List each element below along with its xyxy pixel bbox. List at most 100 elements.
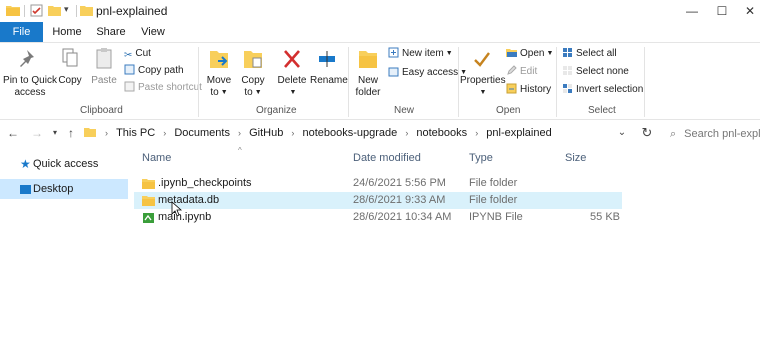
chevron-right-icon: › (291, 128, 295, 138)
refresh-icon[interactable]: ↻ (640, 125, 654, 141)
move-to-label-line2: to (210, 87, 219, 98)
select-none-label: Select none (576, 66, 629, 77)
chevron-right-icon: › (475, 128, 479, 138)
list-item[interactable]: .ipynb_checkpoints 24/6/2021 5:56 PM Fil… (134, 175, 622, 192)
group-divider (644, 47, 645, 117)
paste-label: Paste (91, 75, 117, 86)
folder-icon (84, 128, 96, 137)
maximize-button[interactable]: ☐ (712, 2, 732, 20)
properties-check-icon (474, 52, 490, 67)
breadcrumb-documents[interactable]: Documents (174, 126, 230, 140)
breadcrumb-github[interactable]: GitHub (249, 126, 283, 140)
group-label-select: Select (588, 105, 616, 116)
easy-access-icon (388, 67, 399, 77)
new-folder-button[interactable]: New folder (352, 47, 384, 99)
open-icon (506, 49, 517, 57)
delete-dropdown-icon[interactable]: ▼ (278, 87, 308, 99)
copy-icon (62, 48, 78, 67)
select-none-icon (563, 66, 572, 75)
rename-label: Rename (310, 75, 348, 86)
up-arrow-icon[interactable]: ↑ (64, 125, 78, 141)
pin-label-line2: access (14, 87, 46, 98)
forward-arrow-icon[interactable]: → (30, 125, 44, 141)
copy-path-button[interactable]: Copy path (124, 64, 184, 78)
select-all-label: Select all (576, 48, 617, 59)
nav-item-desktop[interactable]: Desktop (0, 179, 128, 199)
tab-home[interactable]: Home (50, 22, 84, 42)
select-none-button[interactable]: Select none (562, 65, 629, 79)
paste-shortcut-button[interactable]: Paste shortcut (124, 81, 202, 95)
navigation-pane: ★ Quick access Desktop (0, 148, 130, 350)
scissors-icon: ✂ (124, 50, 133, 61)
breadcrumb-pnl-explained[interactable]: pnl-explained (486, 126, 551, 140)
new-item-label: New item (402, 48, 444, 59)
search-input[interactable]: ⌕ Search pnl-expl (670, 125, 760, 143)
mouse-pointer-icon (171, 201, 183, 217)
back-arrow-icon[interactable]: ← (6, 125, 20, 141)
file-date: 24/6/2021 5:56 PM (353, 177, 446, 189)
notebook-icon (143, 213, 154, 223)
tab-file[interactable]: File (0, 22, 43, 42)
delete-button[interactable]: Delete ▼ (276, 47, 308, 99)
select-all-button[interactable]: Select all (562, 47, 617, 61)
new-folder-icon[interactable] (48, 4, 61, 16)
group-divider (348, 47, 349, 117)
breadcrumb-this-pc[interactable]: This PC (116, 126, 155, 140)
copy-button[interactable]: Copy (58, 47, 82, 87)
easy-access-button[interactable]: Easy access ▼ (388, 66, 467, 80)
list-item[interactable]: metadata.db 28/6/2021 9:33 AM File folde… (134, 192, 622, 209)
new-item-button[interactable]: New item ▼ (388, 47, 453, 61)
invert-selection-button[interactable]: Invert selection (562, 83, 643, 97)
folder-icon (80, 6, 93, 16)
properties-icon[interactable] (30, 4, 43, 17)
list-item[interactable]: main.ipynb 28/6/2021 10:34 AM IPYNB File… (134, 209, 622, 226)
paste-button[interactable]: Paste (90, 47, 118, 87)
rename-icon (319, 51, 335, 67)
pin-icon (20, 50, 34, 67)
properties-dropdown-icon[interactable]: ▼ (462, 87, 504, 99)
file-list: ^ Name Date modified Type Size .ipynb_ch… (134, 146, 760, 350)
star-icon: ★ (20, 157, 31, 171)
address-dropdown-icon[interactable]: ⌄ (615, 125, 629, 141)
rename-button[interactable]: Rename (310, 47, 348, 87)
new-folder-icon (359, 51, 377, 68)
sort-ascending-icon: ^ (238, 146, 242, 155)
pin-to-quick-access-button[interactable]: Pin to Quick access (2, 47, 58, 99)
ribbon: Pin to Quick access Copy Paste ✂ Cut Copy… (0, 42, 760, 120)
column-header-size[interactable]: Size (565, 152, 586, 164)
copy-to-button[interactable]: Copy to ▼ (238, 47, 268, 99)
close-button[interactable]: ✕ (740, 2, 760, 20)
minimize-button[interactable]: — (682, 2, 702, 20)
properties-button[interactable]: Properties ▼ (460, 47, 506, 99)
nav-item-label: Desktop (33, 183, 74, 195)
breadcrumb-notebooks[interactable]: notebooks (416, 126, 467, 140)
history-button[interactable]: History (506, 83, 551, 97)
column-header-type[interactable]: Type (469, 152, 493, 164)
column-header-name[interactable]: Name (142, 152, 171, 164)
cut-button[interactable]: ✂ Cut (124, 47, 151, 61)
open-button[interactable]: Open ▼ (506, 47, 553, 61)
pin-label-line1: Pin to Quick (3, 75, 57, 86)
delete-x-icon (284, 50, 300, 68)
recent-locations-icon[interactable]: ▾ (48, 125, 62, 141)
address-bar: ← → ▾ ↑ › This PC › Documents › GitHub ›… (0, 121, 760, 145)
nav-item-quick-access[interactable]: ★ Quick access (0, 154, 128, 174)
tab-view[interactable]: View (138, 22, 168, 42)
customize-qat-icon[interactable]: ▾ (64, 4, 69, 15)
nav-item-label: Quick access (33, 158, 99, 170)
file-name: .ipynb_checkpoints (158, 177, 252, 189)
file-name: main.ipynb (158, 211, 212, 223)
tab-share[interactable]: Share (94, 22, 128, 42)
invert-selection-label: Invert selection (576, 84, 644, 95)
column-header-date[interactable]: Date modified (353, 152, 421, 164)
move-to-button[interactable]: Move to ▼ (204, 47, 234, 99)
chevron-right-icon: › (238, 128, 242, 138)
breadcrumb-notebooks-upgrade[interactable]: notebooks-upgrade (302, 126, 397, 140)
folder-icon (142, 196, 155, 206)
edit-button[interactable]: Edit (506, 65, 537, 79)
new-folder-label-line2: folder (355, 87, 381, 98)
group-divider (556, 47, 557, 117)
new-folder-label-line1: New (357, 75, 378, 86)
folder-icon (6, 6, 20, 16)
edit-icon (507, 65, 517, 75)
